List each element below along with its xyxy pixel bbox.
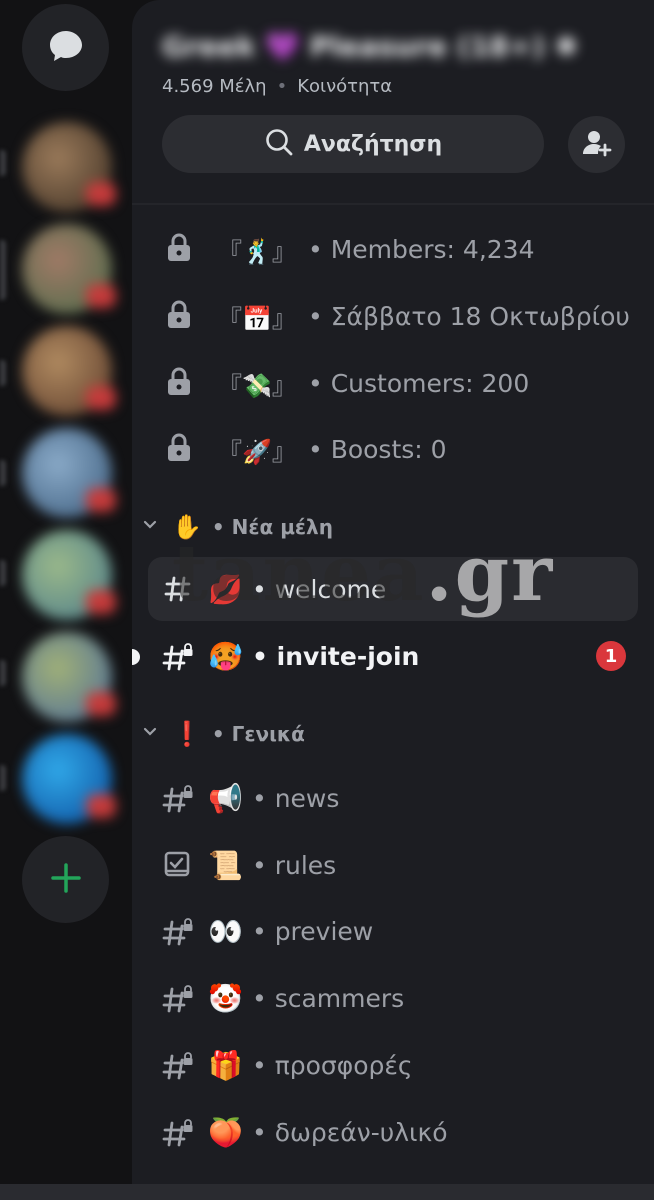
stat-channel[interactable]: 『🚀』 • Boosts: 0 (132, 418, 654, 480)
server-pip (0, 240, 6, 300)
category-new-members[interactable]: ✋ • Νέα μέλη (142, 507, 333, 547)
channel-name: • welcome (252, 574, 387, 604)
stat-text: • Boosts: 0 (308, 434, 447, 464)
add-member-icon (581, 127, 613, 163)
channel-name: • rules (252, 850, 337, 880)
stat-text: • Customers: 200 (308, 368, 530, 398)
server-icon[interactable] (22, 224, 116, 314)
server-pip (0, 560, 6, 586)
stat-text: • Σάββατο 18 Οκτωβρίου (308, 301, 630, 331)
plus-icon (49, 861, 83, 899)
header-divider (132, 203, 654, 205)
category-label: • Νέα μέλη (211, 515, 333, 539)
server-badge (86, 794, 116, 818)
server-badge (86, 386, 116, 410)
direct-messages-button[interactable] (22, 4, 109, 91)
server-badge (86, 488, 116, 512)
channel-emoji: 🤡 (208, 981, 243, 1015)
channel-name: • scammers (252, 983, 405, 1013)
stat-text: • Members: 4,234 (308, 234, 535, 264)
category-emoji: ✋ (172, 513, 202, 541)
lock-icon (166, 366, 192, 400)
lock-icon (166, 299, 192, 333)
server-pip (0, 460, 6, 486)
channel-emoji: 🎁 (208, 1048, 243, 1082)
channel-scammers[interactable]: 🤡 • scammers (132, 967, 654, 1029)
add-server-button[interactable] (22, 836, 109, 923)
hash-icon (162, 573, 194, 605)
member-count: 4.569 Μέλη (162, 76, 267, 97)
stat-emoji: 『📅』 (218, 304, 296, 333)
server-icon[interactable] (22, 428, 116, 518)
stat-channel[interactable]: 『🕺』 • Members: 4,234 (132, 218, 654, 280)
hash-lock-icon (162, 915, 194, 947)
rules-icon (162, 849, 194, 881)
channel-emoji: 🥵 (208, 639, 243, 673)
server-rail (0, 0, 132, 1200)
server-pip (0, 150, 6, 176)
channel-free-content[interactable]: 🍑 • δωρεάν-υλικό (132, 1101, 654, 1163)
server-icon[interactable] (22, 122, 116, 212)
channel-emoji: 💋 (208, 572, 243, 606)
stat-channel[interactable]: 『📅』 • Σάββατο 18 Οκτωβρίου (132, 285, 654, 347)
channel-name: • δωρεάν-υλικό (252, 1117, 448, 1147)
server-meta: 4.569 Μέλη • Κοινότητα (162, 76, 392, 97)
chat-bubble-icon (46, 26, 86, 70)
bottom-bar (0, 1184, 654, 1200)
lock-icon (166, 232, 192, 266)
chevron-down-icon (142, 724, 164, 745)
channel-preview[interactable]: 👀 • preview (132, 900, 654, 962)
invite-members-button[interactable] (568, 116, 625, 173)
server-badge (86, 692, 116, 716)
stat-channel[interactable]: 『💸』 • Customers: 200 (132, 352, 654, 414)
category-general[interactable]: ❗ • Γενικά (142, 714, 305, 754)
channel-invite-join[interactable]: 🥵 • invite-join (132, 625, 654, 687)
search-label: Αναζήτηση (303, 131, 443, 157)
hash-lock-icon (162, 982, 194, 1014)
channel-name: • προσφορές (252, 1050, 413, 1080)
server-badge (86, 182, 116, 206)
hash-lock-icon (162, 782, 194, 814)
server-pip (0, 360, 6, 386)
server-icon[interactable] (22, 632, 116, 722)
meta-separator: • (276, 76, 288, 97)
channel-news[interactable]: 📢 • news (132, 767, 654, 829)
server-badge (86, 590, 116, 614)
server-badge (86, 284, 116, 308)
server-name[interactable]: Greek 💜 Pleasure (18+) ✺ (162, 30, 578, 70)
category-emoji: ❗ (172, 720, 202, 748)
channel-emoji: 📜 (208, 848, 243, 882)
chevron-down-icon (142, 517, 164, 538)
search-button[interactable]: Αναζήτηση (162, 115, 544, 173)
channel-emoji: 📢 (208, 781, 243, 815)
channel-emoji: 👀 (208, 914, 243, 948)
server-pip (0, 660, 6, 686)
channel-name: • invite-join (252, 641, 420, 671)
stat-emoji: 『💸』 (218, 371, 296, 400)
channel-name: • news (252, 783, 340, 813)
hash-lock-icon (162, 1116, 194, 1148)
category-label: • Γενικά (211, 722, 305, 746)
search-icon (264, 127, 294, 161)
channel-rules[interactable]: 📜 • rules (132, 834, 654, 896)
channel-emoji: 🍑 (208, 1115, 243, 1149)
channel-welcome[interactable]: 💋 • welcome (148, 557, 638, 621)
channel-name: • preview (252, 916, 374, 946)
community-label: Κοινότητα (297, 76, 393, 97)
server-pip (0, 765, 6, 791)
channel-offers[interactable]: 🎁 • προσφορές (132, 1034, 654, 1096)
server-icon[interactable] (22, 734, 116, 824)
channel-panel: Greek 💜 Pleasure (18+) ✺ 4.569 Μέλη • Κοιν… (132, 0, 654, 1200)
server-icon[interactable] (22, 326, 116, 416)
mention-badge: 1 (596, 641, 626, 671)
lock-icon (166, 432, 192, 466)
stat-emoji: 『🚀』 (218, 437, 296, 466)
hash-lock-icon (162, 640, 194, 672)
server-icon[interactable] (22, 530, 116, 620)
hash-lock-icon (162, 1049, 194, 1081)
stat-emoji: 『🕺』 (218, 237, 296, 266)
